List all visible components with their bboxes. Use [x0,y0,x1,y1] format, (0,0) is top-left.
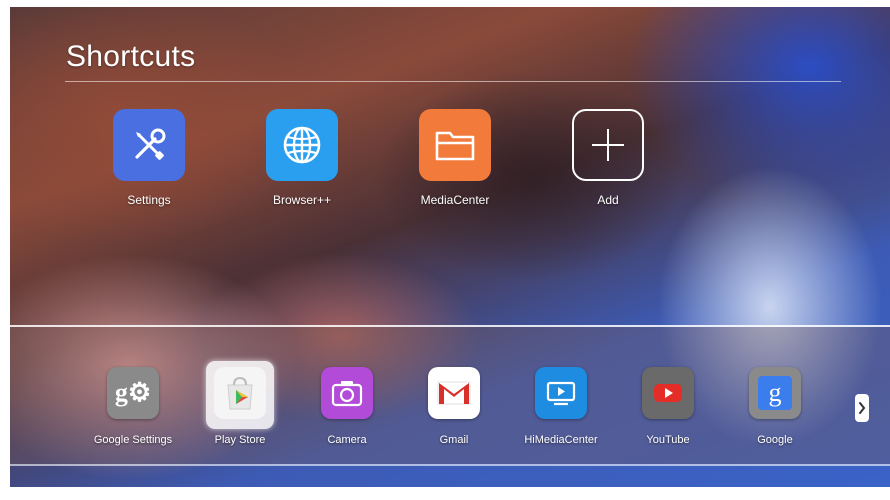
dock-divider [10,325,890,327]
settings-tools-icon [113,109,185,181]
home-screen: Shortcuts Settings Browser++ MediaCenter… [10,7,890,487]
dock-app-himediacenter[interactable]: HiMediaCenter [511,367,611,446]
dock-app-youtube[interactable]: YouTube [618,367,718,446]
shortcut-browser[interactable]: Browser++ [242,109,362,207]
shortcut-label: Settings [127,193,171,207]
plus-icon [572,109,644,181]
dock-app-gmail[interactable]: Gmail [404,367,504,446]
shortcut-label: Add [597,193,619,207]
camera-icon [321,367,373,419]
app-label: HiMediaCenter [524,434,598,446]
app-label: Play Store [214,434,266,446]
app-label: Google [757,434,793,446]
globe-icon [266,109,338,181]
youtube-icon [642,367,694,419]
app-label: Google Settings [93,434,173,446]
bottom-divider [10,464,890,466]
app-label: Camera [327,434,367,446]
shortcut-add[interactable]: Add [548,109,668,207]
himediacenter-icon [535,367,587,419]
dock-app-camera[interactable]: Camera [297,367,397,446]
next-page-button[interactable] [855,394,869,422]
shortcut-mediacenter[interactable]: MediaCenter [395,109,515,207]
app-label: YouTube [646,434,690,446]
page-title: Shortcuts [66,40,196,73]
google-search-icon: g [749,367,801,419]
chevron-right-icon [859,402,866,414]
shortcut-label: Browser++ [272,193,332,207]
shortcut-label: MediaCenter [420,193,490,207]
dock-app-play-store[interactable]: Play Store [190,367,290,446]
gmail-icon [428,367,480,419]
shortcut-settings[interactable]: Settings [89,109,209,207]
app-label: Gmail [439,434,469,446]
folder-icon [419,109,491,181]
dock-app-google[interactable]: g Google [725,367,825,446]
title-divider [65,81,841,82]
google-settings-icon: g⚙ [107,367,159,419]
dock-app-google-settings[interactable]: g⚙ Google Settings [83,367,183,446]
play-store-icon [214,367,266,419]
